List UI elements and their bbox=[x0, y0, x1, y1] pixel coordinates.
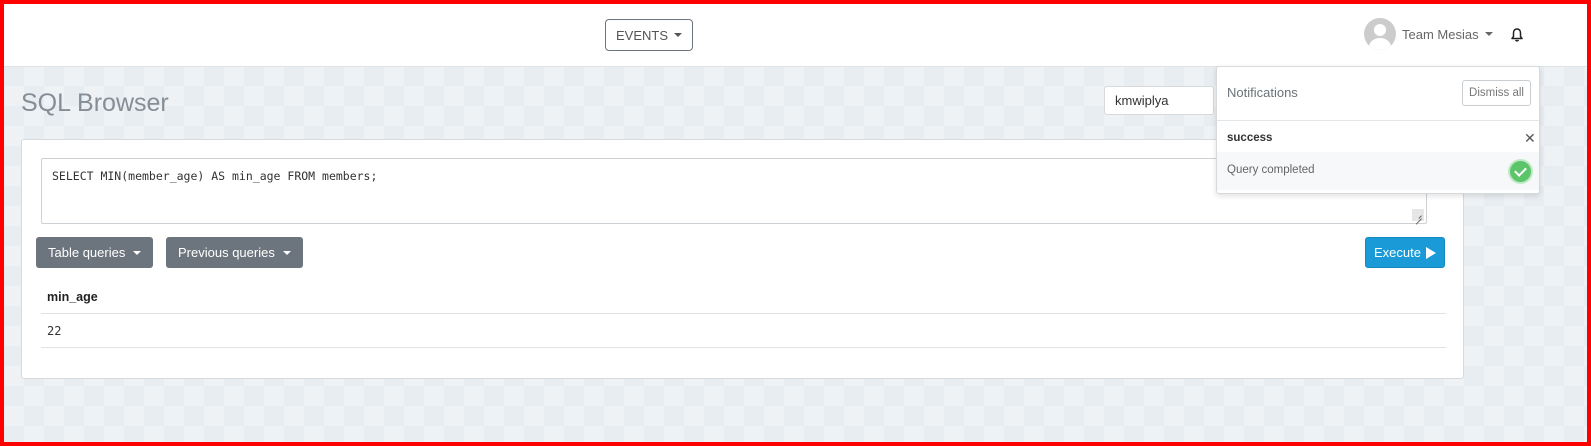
database-select[interactable]: kmwiplya bbox=[1104, 86, 1214, 115]
events-label: EVENTS bbox=[616, 27, 669, 43]
user-menu[interactable]: Team Mesias bbox=[1364, 18, 1493, 50]
caret-down-icon bbox=[133, 250, 142, 255]
previous-queries-button[interactable]: Previous queries bbox=[166, 237, 303, 268]
play-icon bbox=[1425, 246, 1436, 259]
notifications-header: Notifications Dismiss all bbox=[1217, 67, 1539, 121]
table-queries-button[interactable]: Table queries bbox=[36, 237, 154, 268]
results-table: min_age 22 bbox=[41, 282, 1446, 348]
check-circle-icon bbox=[1510, 161, 1531, 182]
previous-queries-label: Previous queries bbox=[178, 245, 275, 260]
notification-item-body: Query completed bbox=[1217, 152, 1539, 190]
execute-button[interactable]: Execute bbox=[1365, 237, 1445, 268]
caret-down-icon bbox=[282, 250, 291, 255]
close-icon[interactable]: ✕ bbox=[1524, 130, 1536, 147]
table-cell: 22 bbox=[41, 314, 1446, 348]
top-navbar: EVENTS Team Mesias bbox=[4, 4, 1587, 67]
bell-icon[interactable] bbox=[1509, 27, 1525, 43]
page-title: SQL Browser bbox=[21, 89, 169, 117]
dismiss-all-button[interactable]: Dismiss all bbox=[1462, 80, 1531, 106]
notification-message: Query completed bbox=[1227, 164, 1315, 176]
caret-down-icon bbox=[674, 33, 683, 37]
notifications-title: Notifications bbox=[1227, 85, 1298, 100]
sql-query-text: SELECT MIN(member_age) AS min_age FROM m… bbox=[52, 169, 378, 183]
table-queries-label: Table queries bbox=[48, 245, 126, 260]
user-name: Team Mesias bbox=[1402, 26, 1479, 42]
column-header: min_age bbox=[41, 282, 1446, 314]
resize-handle-icon[interactable] bbox=[1412, 209, 1424, 221]
avatar bbox=[1364, 18, 1396, 50]
notification-type: success bbox=[1227, 132, 1273, 144]
notification-item-header: success ✕ bbox=[1217, 121, 1539, 152]
notifications-panel: Notifications Dismiss all success ✕ Quer… bbox=[1216, 66, 1540, 194]
caret-down-icon bbox=[1484, 32, 1493, 36]
execute-label: Execute bbox=[1374, 245, 1421, 260]
events-dropdown-button[interactable]: EVENTS bbox=[605, 19, 694, 51]
